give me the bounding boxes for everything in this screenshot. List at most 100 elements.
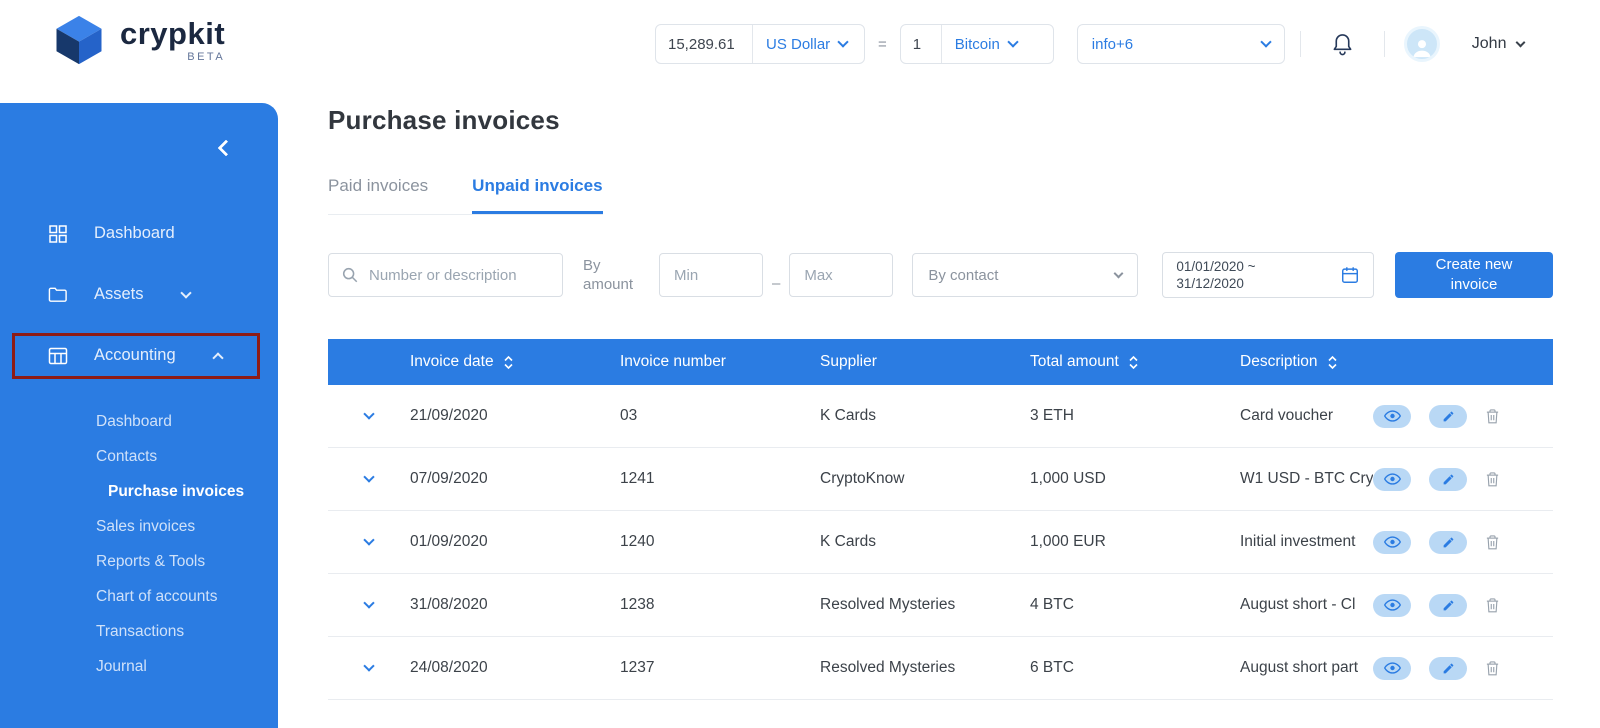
sidebar-item-dashboard[interactable]: Dashboard	[0, 203, 278, 264]
crypto-amount-input[interactable]	[900, 35, 941, 53]
edit-button[interactable]	[1429, 467, 1467, 491]
user-name: John	[1471, 35, 1507, 52]
app-logo[interactable]: crypkit BETA	[52, 15, 225, 65]
create-new-invoice-button[interactable]: Create new invoice	[1395, 252, 1553, 298]
cell-description: W1 USD - BTC Cryp	[1240, 470, 1373, 487]
fiat-currency-select[interactable]: US Dollar	[753, 36, 860, 53]
row-expand-button[interactable]	[363, 534, 375, 546]
sort-icon[interactable]	[1327, 355, 1338, 370]
eye-icon	[1383, 410, 1401, 422]
delete-button[interactable]	[1485, 597, 1500, 614]
chevron-down-icon	[1516, 37, 1526, 47]
sidebar-menu: Dashboard Assets Accounting	[0, 203, 278, 386]
sort-icon[interactable]	[1128, 355, 1139, 370]
pencil-icon	[1443, 411, 1453, 421]
delete-button[interactable]	[1485, 408, 1500, 425]
trash-icon	[1486, 660, 1499, 675]
pencil-icon	[1443, 474, 1453, 484]
accounting-table-icon	[48, 347, 68, 364]
table-row: 01/09/2020 1240 K Cards 1,000 EUR Initia…	[328, 511, 1553, 574]
tab-unpaid-invoices[interactable]: Unpaid invoices	[472, 176, 603, 214]
dashboard-icon	[49, 224, 67, 243]
view-button[interactable]	[1373, 593, 1411, 617]
fiat-amount-box[interactable]: US Dollar	[655, 24, 865, 64]
header-controls: US Dollar = Bitcoin info+6	[655, 22, 1526, 66]
cell-total-amount: 4 BTC	[1030, 596, 1074, 613]
sidebar-item-accounting[interactable]: Accounting	[0, 325, 278, 386]
date-to: 31/12/2020	[1176, 276, 1244, 291]
submenu-item-chart-of-accounts[interactable]: Chart of accounts	[0, 579, 278, 614]
column-header-total-amount[interactable]: Total amount	[1030, 353, 1240, 371]
top-header: crypkit BETA US Dollar = Bitcoin info+6	[0, 0, 1600, 92]
chevron-down-icon	[363, 597, 375, 609]
cell-description: August short - Cl	[1240, 596, 1356, 613]
date-range-picker[interactable]: 01/01/2020 ~ 31/12/2020	[1162, 252, 1375, 298]
row-expand-button[interactable]	[363, 408, 375, 420]
cell-invoice-date: 01/09/2020	[410, 533, 488, 550]
contact-select[interactable]: By contact	[912, 253, 1139, 297]
cell-invoice-number: 1237	[620, 659, 655, 676]
table-header: Invoice date Invoice number Supplier Tot…	[328, 339, 1553, 385]
chevron-down-icon	[363, 408, 375, 420]
column-header-description[interactable]: Description	[1240, 353, 1373, 371]
row-expand-button[interactable]	[363, 597, 375, 609]
chevron-down-icon	[179, 286, 192, 299]
submenu-item-dashboard[interactable]: Dashboard	[0, 404, 278, 439]
view-button[interactable]	[1373, 656, 1411, 680]
search-input[interactable]	[328, 253, 563, 297]
view-button[interactable]	[1373, 467, 1411, 491]
cell-invoice-number: 1240	[620, 533, 655, 550]
column-header-invoice-date[interactable]: Invoice date	[410, 353, 620, 371]
cell-supplier: K Cards	[820, 533, 876, 550]
sidebar-item-assets[interactable]: Assets	[0, 264, 278, 325]
sidebar-collapse-button[interactable]	[217, 139, 235, 157]
edit-button[interactable]	[1429, 656, 1467, 680]
avatar[interactable]	[1403, 26, 1440, 62]
max-amount-input[interactable]	[789, 253, 894, 297]
trash-icon	[1486, 597, 1499, 612]
crypto-amount-box[interactable]: Bitcoin	[899, 24, 1054, 64]
divider	[1299, 31, 1301, 57]
sort-icon[interactable]	[503, 355, 514, 370]
info-dropdown[interactable]: info+6	[1076, 24, 1285, 64]
row-expand-button[interactable]	[363, 660, 375, 672]
submenu-item-transactions[interactable]: Transactions	[0, 614, 278, 649]
edit-button[interactable]	[1429, 593, 1467, 617]
date-from: 01/01/2020 ~	[1176, 259, 1256, 274]
delete-button[interactable]	[1485, 534, 1500, 551]
notifications-button[interactable]	[1331, 32, 1354, 57]
cell-invoice-date: 24/08/2020	[410, 659, 488, 676]
submenu-item-purchase-invoices[interactable]: Purchase invoices	[0, 474, 278, 509]
cell-description: August short part	[1240, 659, 1359, 676]
submenu-item-sales-invoices[interactable]: Sales invoices	[0, 509, 278, 544]
delete-button[interactable]	[1485, 471, 1500, 488]
delete-button[interactable]	[1485, 660, 1500, 677]
chevron-down-icon	[1113, 268, 1124, 278]
trash-icon	[1486, 471, 1499, 486]
trash-icon	[1486, 534, 1499, 549]
cell-supplier: Resolved Mysteries	[820, 659, 956, 676]
crypto-currency-select[interactable]: Bitcoin	[942, 36, 1030, 53]
row-expand-button[interactable]	[363, 471, 375, 483]
accounting-submenu: Dashboard Contacts Purchase invoices Sal…	[0, 404, 278, 684]
cell-invoice-date: 21/09/2020	[410, 407, 488, 424]
view-button[interactable]	[1373, 530, 1411, 554]
min-amount-input[interactable]	[659, 253, 763, 297]
edit-button[interactable]	[1429, 404, 1467, 428]
cell-total-amount: 1,000 USD	[1030, 470, 1106, 487]
cell-total-amount: 3 ETH	[1030, 407, 1074, 424]
cell-description: Card voucher	[1240, 407, 1334, 424]
user-menu[interactable]: John	[1471, 35, 1526, 53]
table-row: 24/08/2020 1237 Resolved Mysteries 6 BTC…	[328, 637, 1553, 700]
fiat-amount-input[interactable]	[656, 35, 752, 53]
equals-sign: =	[878, 35, 887, 53]
submenu-item-reports-tools[interactable]: Reports & Tools	[0, 544, 278, 579]
range-separator: –	[772, 275, 781, 292]
submenu-item-contacts[interactable]: Contacts	[0, 439, 278, 474]
submenu-item-journal[interactable]: Journal	[0, 649, 278, 684]
tab-paid-invoices[interactable]: Paid invoices	[328, 176, 428, 214]
edit-button[interactable]	[1429, 530, 1467, 554]
table-row: 21/09/2020 03 K Cards 3 ETH Card voucher	[328, 385, 1553, 448]
view-button[interactable]	[1373, 404, 1411, 428]
logo-icon	[56, 15, 102, 65]
